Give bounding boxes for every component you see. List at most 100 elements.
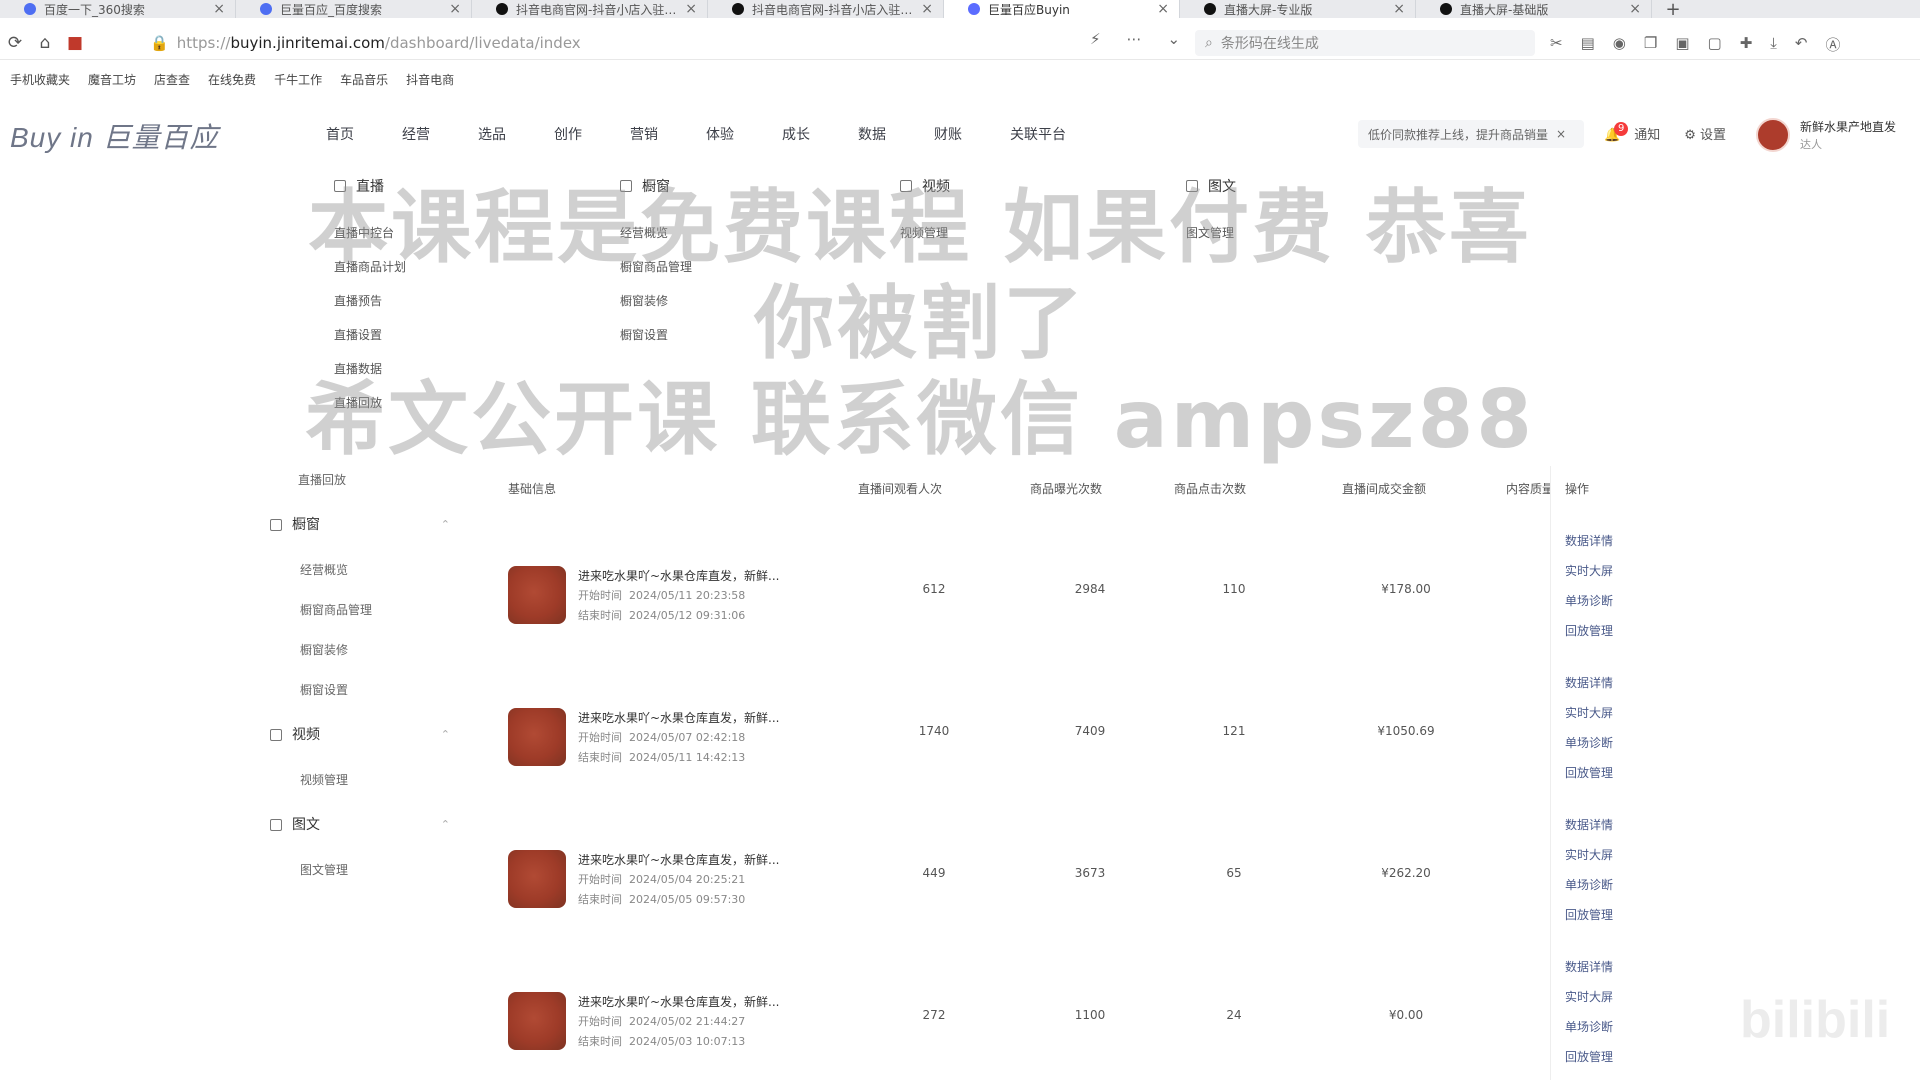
sidebar-item[interactable]: 经营概览: [270, 550, 450, 590]
nav-item[interactable]: 营销: [630, 124, 658, 144]
browser-tab[interactable]: 直播大屏-基础版 ×: [1416, 0, 1652, 18]
browser-tab[interactable]: 百度一下_360搜索 ×: [0, 0, 236, 18]
dropdown-item[interactable]: 图文管理: [1186, 216, 1236, 250]
promo-banner[interactable]: 低价同款推荐上线，提升商品销量 ×: [1358, 120, 1584, 148]
browser-tab[interactable]: 抖音电商官网-抖音小店入驻-抖… ×: [472, 0, 708, 18]
browser-tab[interactable]: 直播大屏-专业版 ×: [1180, 0, 1416, 18]
undo-icon[interactable]: ↶: [1795, 34, 1808, 55]
chevron-down-icon[interactable]: ⌄: [1168, 30, 1181, 48]
diagnosis-link[interactable]: 单场诊断: [1565, 586, 1645, 616]
nav-item[interactable]: 成长: [782, 124, 810, 144]
bookmark-item[interactable]: 抖音电商: [406, 71, 454, 88]
dropdown-item[interactable]: 直播商品计划: [334, 250, 406, 284]
sidebar-item[interactable]: 视频管理: [270, 760, 450, 800]
lightning-icon[interactable]: ⚡: [1090, 30, 1101, 48]
data-detail-link[interactable]: 数据详情: [1565, 526, 1645, 556]
dropdown-item[interactable]: 橱窗商品管理: [620, 250, 692, 284]
sidebar-group-window[interactable]: 橱窗 ⌃: [270, 500, 450, 550]
replay-link[interactable]: 回放管理: [1565, 1042, 1645, 1072]
live-title[interactable]: 进来吃水果吖~水果仓库直发，新鲜...: [578, 992, 808, 1012]
live-title[interactable]: 进来吃水果吖~水果仓库直发，新鲜...: [578, 850, 808, 870]
avatar[interactable]: [1756, 118, 1790, 152]
nav-item[interactable]: 关联平台: [1010, 124, 1066, 144]
sidebar-group-article[interactable]: 图文 ⌃: [270, 800, 450, 850]
search-input[interactable]: ⌕ 条形码在线生成: [1195, 30, 1535, 56]
replay-link[interactable]: 回放管理: [1565, 616, 1645, 646]
url-field[interactable]: 🔒 https://buyin.jinritemai.com/dashboard…: [150, 30, 1185, 56]
nav-item[interactable]: 财账: [934, 124, 962, 144]
nav-item[interactable]: 首页: [326, 124, 354, 144]
browser-tab-active[interactable]: 巨量百应Buyin ×: [944, 0, 1180, 18]
live-title[interactable]: 进来吃水果吖~水果仓库直发，新鲜...: [578, 708, 808, 728]
window-icon[interactable]: ▢: [1708, 34, 1722, 55]
browser-tab[interactable]: 巨量百应_百度搜索 ×: [236, 0, 472, 18]
home-icon[interactable]: ⌂: [30, 33, 60, 53]
reload-icon[interactable]: ⟳: [0, 33, 30, 53]
bookmark-item[interactable]: 在线免费: [208, 71, 256, 88]
dropdown-item[interactable]: 直播预告: [334, 284, 406, 318]
dropdown-item[interactable]: 视频管理: [900, 216, 950, 250]
settings-button[interactable]: ⚙ 设置: [1684, 124, 1726, 144]
realtime-screen-link[interactable]: 实时大屏: [1565, 556, 1645, 586]
close-icon[interactable]: ×: [1157, 1, 1169, 17]
dropdown-item[interactable]: 橱窗设置: [620, 318, 692, 352]
live-thumbnail[interactable]: [508, 708, 566, 766]
live-title[interactable]: 进来吃水果吖~水果仓库直发，新鲜...: [578, 566, 808, 586]
sidebar-item[interactable]: 橱窗装修: [270, 630, 450, 670]
close-icon[interactable]: ×: [1556, 127, 1566, 141]
realtime-screen-link[interactable]: 实时大屏: [1565, 840, 1645, 870]
realtime-screen-link[interactable]: 实时大屏: [1565, 698, 1645, 728]
more-icon[interactable]: ⋯: [1127, 30, 1142, 48]
diagnosis-link[interactable]: 单场诊断: [1565, 1012, 1645, 1042]
nav-item[interactable]: 经营: [402, 124, 430, 144]
data-detail-link[interactable]: 数据详情: [1565, 668, 1645, 698]
gamepad-icon[interactable]: ◉: [1613, 34, 1626, 55]
nav-item[interactable]: 体验: [706, 124, 734, 144]
extension-badge-icon[interactable]: ■: [60, 33, 90, 53]
bookmark-item[interactable]: 千牛工作: [274, 71, 322, 88]
close-icon[interactable]: ×: [449, 1, 461, 17]
close-icon[interactable]: ×: [921, 1, 933, 17]
sidebar-group-video[interactable]: 视频 ⌃: [270, 710, 450, 760]
diagnosis-link[interactable]: 单场诊断: [1565, 870, 1645, 900]
reader-icon[interactable]: ▤: [1581, 34, 1595, 55]
close-icon[interactable]: ×: [685, 1, 697, 17]
close-icon[interactable]: ×: [1393, 1, 1405, 17]
buyin-logo[interactable]: Buy in 巨量百应: [10, 116, 219, 156]
new-tab-button[interactable]: +: [1652, 0, 1694, 18]
nav-item[interactable]: 数据: [858, 124, 886, 144]
live-thumbnail[interactable]: [508, 566, 566, 624]
live-thumbnail[interactable]: [508, 992, 566, 1050]
notify-button[interactable]: 🔔9 通知: [1604, 122, 1660, 144]
scissors-icon[interactable]: ✂: [1550, 34, 1563, 55]
close-icon[interactable]: ×: [213, 1, 225, 17]
download-icon[interactable]: ⤓: [1770, 34, 1777, 55]
bookmark-item[interactable]: 魔音工坊: [88, 71, 136, 88]
shop-info[interactable]: 新鲜水果产地直发 达人: [1800, 118, 1896, 154]
dropdown-item[interactable]: 直播中控台: [334, 216, 406, 250]
bookmark-item[interactable]: 手机收藏夹: [10, 71, 70, 88]
dropdown-item[interactable]: 直播数据: [334, 352, 406, 386]
nav-item[interactable]: 选品: [478, 124, 506, 144]
bookmark-item[interactable]: 车品音乐: [340, 71, 388, 88]
dropdown-item[interactable]: 经营概览: [620, 216, 692, 250]
close-icon[interactable]: ×: [1629, 1, 1641, 17]
puzzle-icon[interactable]: ✚: [1740, 34, 1753, 55]
dropdown-item[interactable]: 直播回放: [334, 386, 406, 420]
nav-item[interactable]: 创作: [554, 124, 582, 144]
dropdown-item[interactable]: 橱窗装修: [620, 284, 692, 318]
sidebar-item[interactable]: 图文管理: [270, 850, 450, 890]
sidebar-item[interactable]: 直播回放: [270, 460, 450, 500]
replay-link[interactable]: 回放管理: [1565, 900, 1645, 930]
dropdown-item[interactable]: 直播设置: [334, 318, 406, 352]
sidebar-item[interactable]: 橱窗设置: [270, 670, 450, 710]
copy-icon[interactable]: ❐: [1644, 34, 1657, 55]
live-thumbnail[interactable]: [508, 850, 566, 908]
browser-tab[interactable]: 抖音电商官网-抖音小店入驻-… ×: [708, 0, 944, 18]
account-icon[interactable]: Ⓐ: [1825, 34, 1840, 55]
bookmark-item[interactable]: 店查查: [154, 71, 190, 88]
diagnosis-link[interactable]: 单场诊断: [1565, 728, 1645, 758]
sidebar-item[interactable]: 橱窗商品管理: [270, 590, 450, 630]
realtime-screen-link[interactable]: 实时大屏: [1565, 982, 1645, 1012]
screenshot-icon[interactable]: ▣: [1675, 34, 1689, 55]
